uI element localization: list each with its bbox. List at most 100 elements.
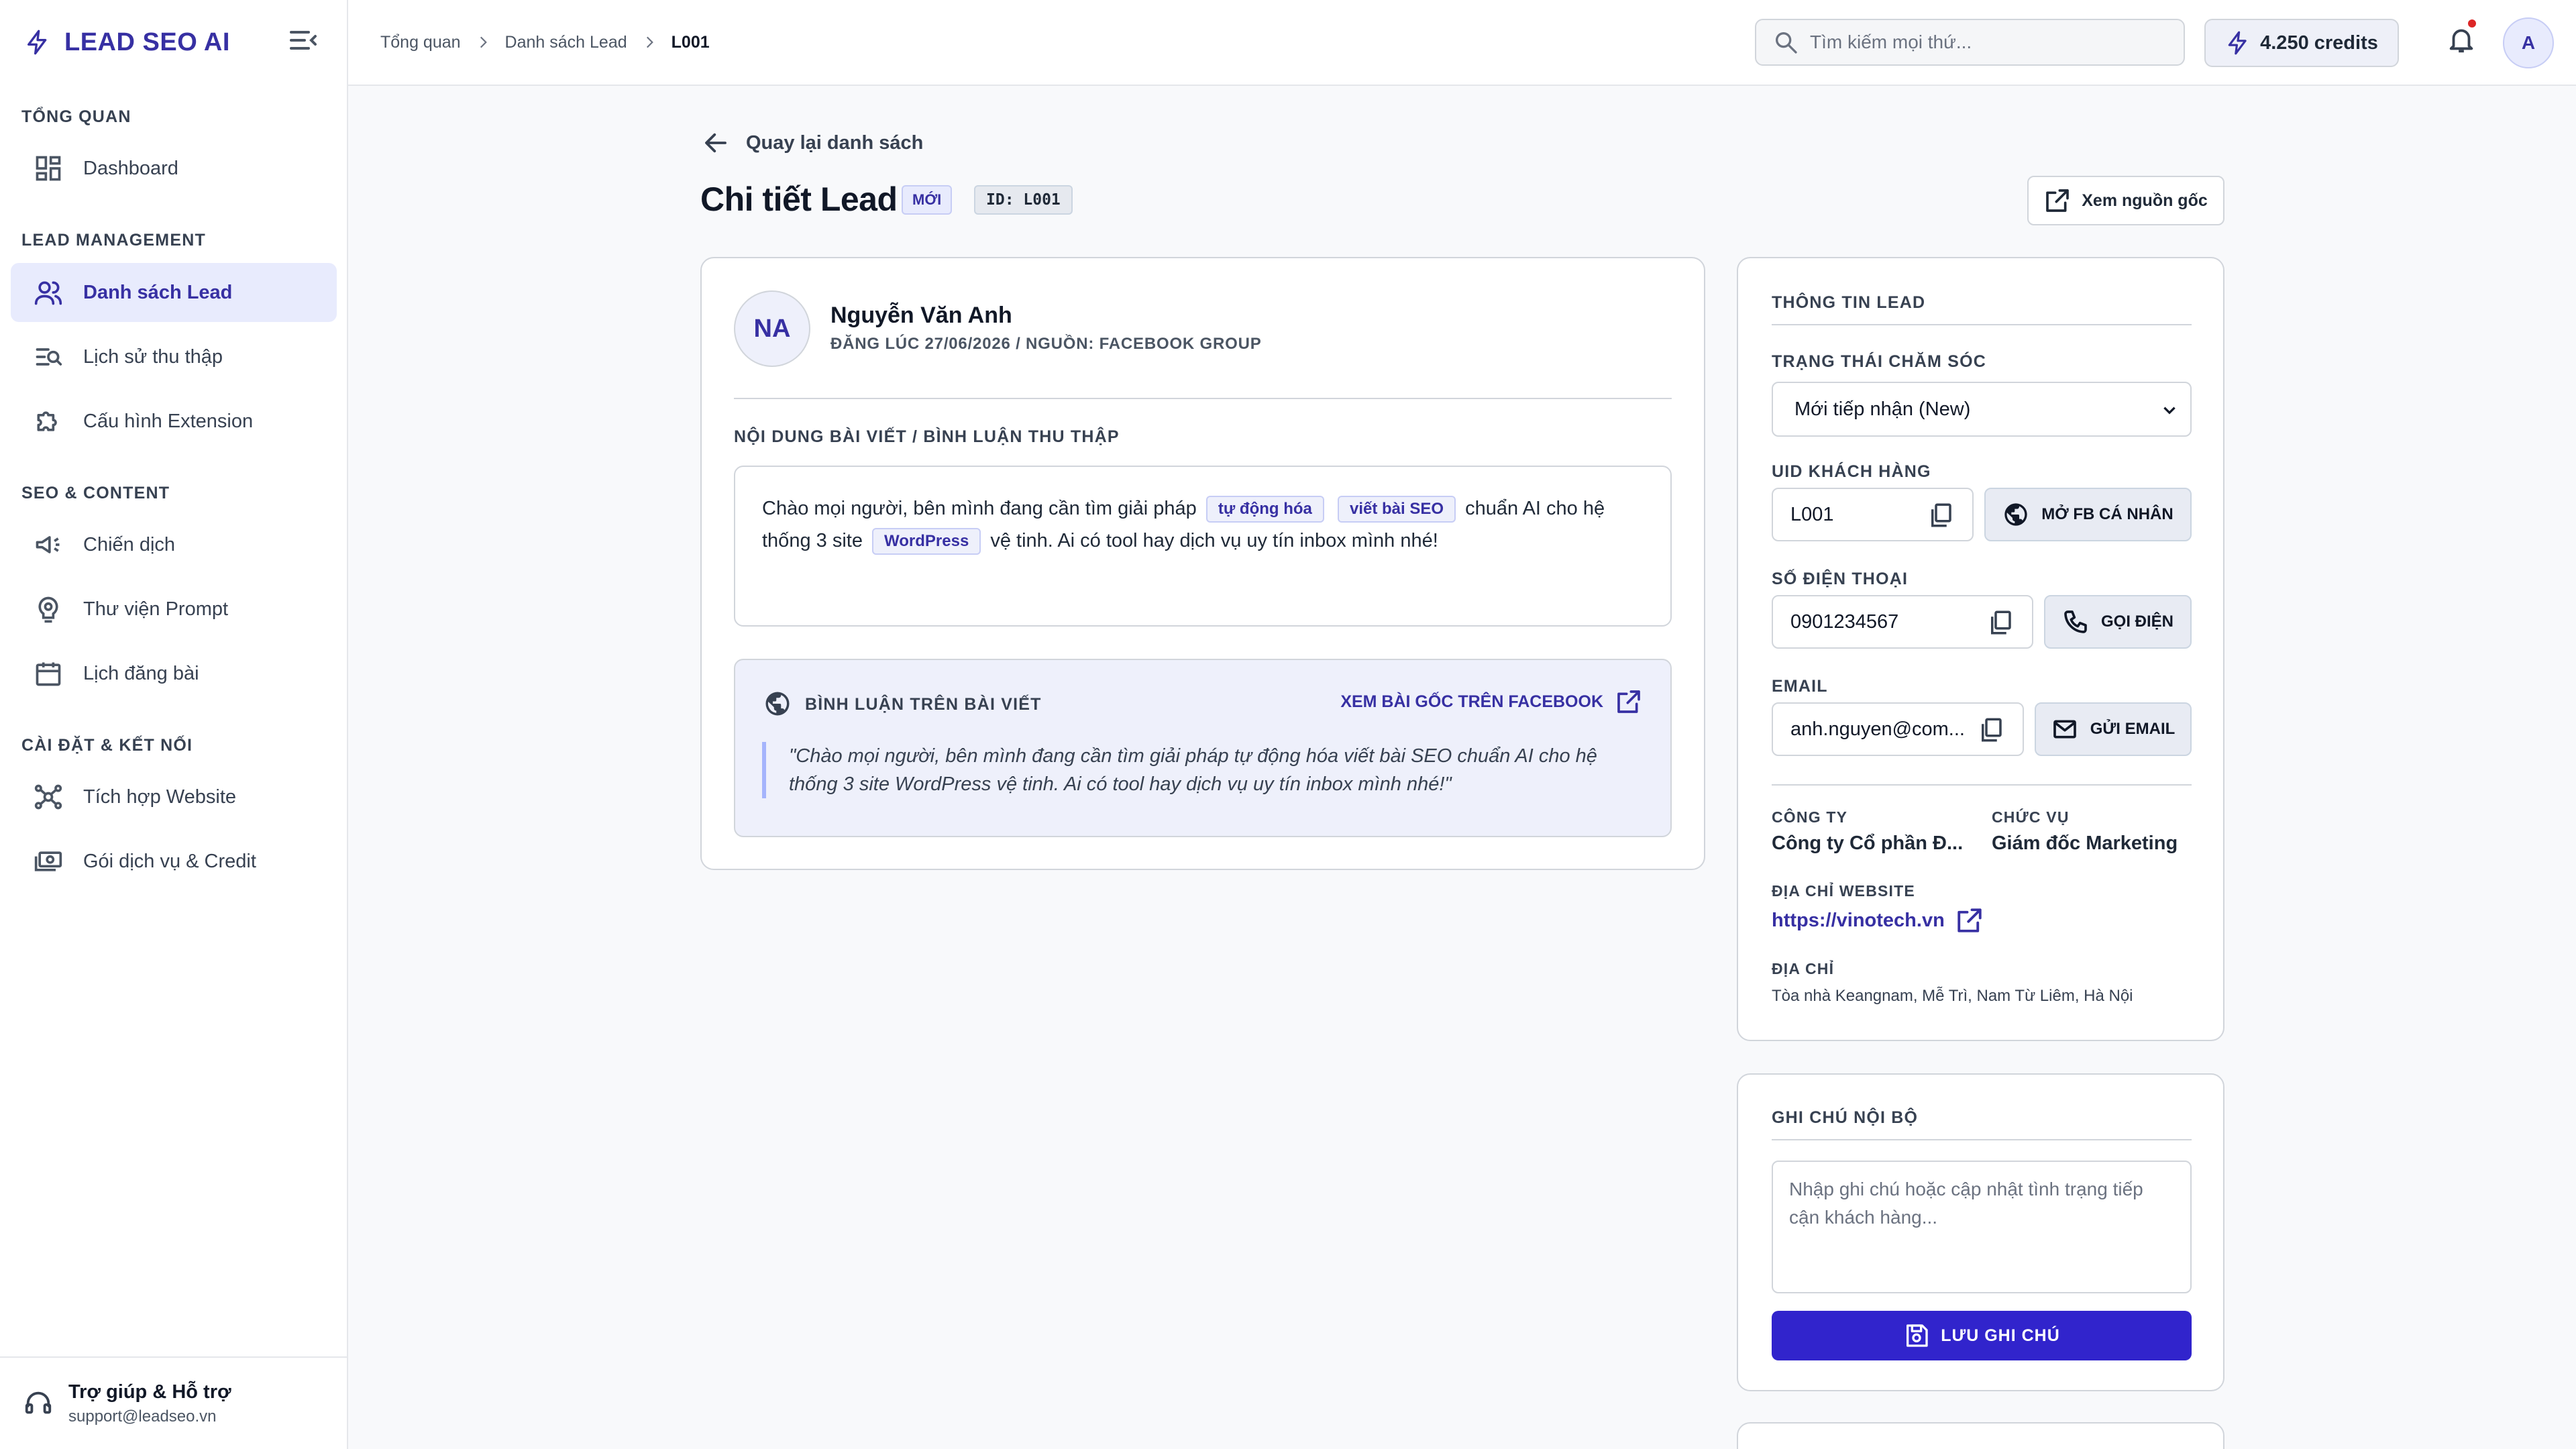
lead-meta: ĐĂNG LÚC 27/06/2026 / NGUỒN: FACEBOOK GR…	[830, 335, 1262, 353]
brain-icon	[38, 596, 58, 623]
post-content: Chào mọi người, bên mình đang cần tìm gi…	[734, 466, 1672, 627]
sidebar-item-label: Cấu hình Extension	[83, 410, 254, 432]
sidebar-item-post-schedule[interactable]: Lịch đăng bài	[11, 644, 337, 703]
sidebar-item-label: Tích hợp Website	[83, 786, 237, 808]
sidebar-item-label: Dashboard	[83, 157, 178, 179]
view-source-button[interactable]: Xem nguồn gốc	[2027, 176, 2224, 225]
status-badge: MỚI	[902, 185, 953, 215]
website-value: https://vinotech.vn	[1772, 909, 1945, 931]
sidebar-item-collection-history[interactable]: Lịch sử thu thập	[11, 327, 337, 386]
email-value: anh.nguyen@com...	[1790, 718, 1965, 740]
notification-dot	[2467, 18, 2477, 29]
mail-icon	[2053, 720, 2076, 739]
copy-icon[interactable]	[1986, 608, 2015, 637]
divider	[1772, 1139, 2192, 1140]
send-email-button[interactable]: GỬI EMAIL	[2035, 702, 2192, 756]
email-field: anh.nguyen@com...	[1772, 702, 2024, 756]
breadcrumb-overview[interactable]: Tổng quan	[380, 33, 461, 52]
search-icon	[1776, 32, 1797, 54]
keyword-tag: WordPress	[872, 528, 981, 555]
support-email[interactable]: support@leadseo.vn	[68, 1407, 231, 1426]
additional-card	[1737, 1422, 2224, 1449]
lead-avatar: NA	[734, 290, 810, 367]
save-note-button[interactable]: LƯU GHI CHÚ	[1772, 1311, 2192, 1360]
globe-icon	[2004, 503, 2027, 526]
brand-name: LEAD SEO AI	[64, 28, 230, 56]
post-text: vệ tinh. Ai có tool hay dịch vụ uy tín i…	[990, 530, 1438, 551]
company-value: Công ty Cổ phần Đ...	[1772, 833, 1964, 854]
arrow-left-icon	[705, 133, 727, 153]
keyword-tag: viết bài SEO	[1337, 496, 1456, 523]
breadcrumb-lead-list[interactable]: Danh sách Lead	[505, 33, 627, 52]
nav-group-lead-management: LEAD MANAGEMENT	[21, 231, 206, 250]
dashboard-icon	[36, 156, 61, 181]
search-bar[interactable]	[1755, 19, 2185, 66]
back-to-list-link[interactable]: Quay lại danh sách	[702, 129, 923, 157]
post-text: Chào mọi người, bên mình đang cần tìm gi…	[762, 498, 1197, 519]
sidebar-item-label: Lịch đăng bài	[83, 662, 199, 684]
sidebar-item-extension-config[interactable]: Cấu hình Extension	[11, 392, 337, 451]
payments-icon	[34, 851, 62, 871]
chevron-right-icon	[646, 36, 653, 48]
sidebar-item-label: Danh sách Lead	[83, 281, 233, 303]
uid-label: UID KHÁCH HÀNG	[1772, 462, 1931, 481]
uid-field: L001	[1772, 488, 1974, 541]
divider	[1772, 784, 2192, 786]
search-input[interactable]	[1810, 32, 2172, 53]
hub-icon	[34, 784, 62, 810]
phone-label: SỐ ĐIỆN THOẠI	[1772, 570, 1909, 588]
support-section[interactable]: Trợ giúp & Hỗ trợ support@leadseo.vn	[0, 1356, 347, 1449]
phone-icon	[2064, 610, 2087, 633]
bolt-icon	[2228, 31, 2247, 55]
breadcrumb: Tổng quan Danh sách Lead L001	[380, 0, 710, 85]
care-status-select[interactable]: Mới tiếp nhận (New)	[1772, 382, 2192, 437]
call-label: GỌI ĐIỆN	[2100, 612, 2174, 631]
lead-name: Nguyễn Văn Anh	[830, 303, 1012, 328]
comment-heading: BÌNH LUẬN TRÊN BÀI VIẾT	[805, 695, 1042, 714]
copy-icon[interactable]	[1927, 501, 1955, 529]
calendar-icon	[36, 662, 61, 686]
open-fb-profile-button[interactable]: MỞ FB CÁ NHÂN	[1984, 488, 2192, 541]
sidebar-item-dashboard[interactable]: Dashboard	[11, 139, 337, 198]
sidebar-item-campaigns[interactable]: Chiến dịch	[11, 515, 337, 574]
call-button[interactable]: GỌI ĐIỆN	[2044, 595, 2192, 649]
sidebar-item-lead-list[interactable]: Danh sách Lead	[11, 263, 337, 322]
sidebar-item-prompt-library[interactable]: Thư viện Prompt	[11, 580, 337, 639]
bolt-logo-icon	[28, 30, 47, 55]
address-value: Tòa nhà Keangnam, Mễ Trì, Nam Từ Liêm, H…	[1772, 987, 2133, 1005]
save-icon	[1907, 1324, 1928, 1347]
position-label: CHỨC VỤ	[1992, 808, 2070, 826]
view-source-label: Xem nguồn gốc	[2082, 191, 2208, 210]
website-label: ĐỊA CHỈ WEBSITE	[1772, 882, 1915, 900]
address-label: ĐỊA CHỈ	[1772, 960, 1835, 977]
brand[interactable]: LEAD SEO AI	[0, 0, 347, 85]
view-original-facebook-link[interactable]: XEM BÀI GỐC TRÊN FACEBOOK	[1340, 688, 1642, 715]
comment-quote: "Chào mọi người, bên mình đang cần tìm g…	[762, 742, 1641, 798]
position-value: Giám đốc Marketing	[1992, 833, 2178, 854]
nav-group-settings: CÀI ĐẶT & KẾT NỐI	[21, 736, 193, 755]
comment-box: BÌNH LUẬN TRÊN BÀI VIẾT XEM BÀI GỐC TRÊN…	[734, 659, 1672, 837]
copy-icon[interactable]	[1977, 716, 2005, 744]
search-list-icon	[36, 348, 62, 366]
status-label: TRẠNG THÁI CHĂM SÓC	[1772, 352, 1987, 371]
internal-notes-card: GHI CHÚ NỘI BỘ LƯU GHI CHÚ	[1737, 1073, 2224, 1391]
topbar: Tổng quan Danh sách Lead L001 4.250 cred…	[348, 0, 2576, 86]
sidebar-item-plans-credit[interactable]: Gói dịch vụ & Credit	[11, 832, 337, 891]
menu-collapse-icon[interactable]	[287, 24, 319, 56]
notifications-button[interactable]	[2446, 18, 2477, 56]
user-avatar[interactable]: A	[2503, 17, 2554, 68]
notes-title: GHI CHÚ NỘI BỘ	[1772, 1108, 1919, 1127]
back-label: Quay lại danh sách	[746, 131, 924, 154]
credits-label: 4.250 credits	[2260, 32, 2378, 54]
sidebar-item-website-integration[interactable]: Tích hợp Website	[11, 767, 337, 826]
website-link[interactable]: https://vinotech.vn	[1772, 906, 1984, 934]
sidebar: LEAD SEO AI TỔNG QUAN Dashboard LEAD MAN…	[0, 0, 348, 1449]
sidebar-item-label: Thư viện Prompt	[83, 598, 229, 620]
external-link-icon	[2046, 189, 2070, 212]
credits-button[interactable]: 4.250 credits	[2204, 19, 2399, 67]
users-icon	[34, 281, 62, 305]
company-label: CÔNG TY	[1772, 808, 1848, 826]
notes-textarea[interactable]	[1772, 1161, 2192, 1293]
open-fb-label: MỞ FB CÁ NHÂN	[2041, 505, 2174, 523]
status-value: Mới tiếp nhận (New)	[1794, 398, 1971, 420]
